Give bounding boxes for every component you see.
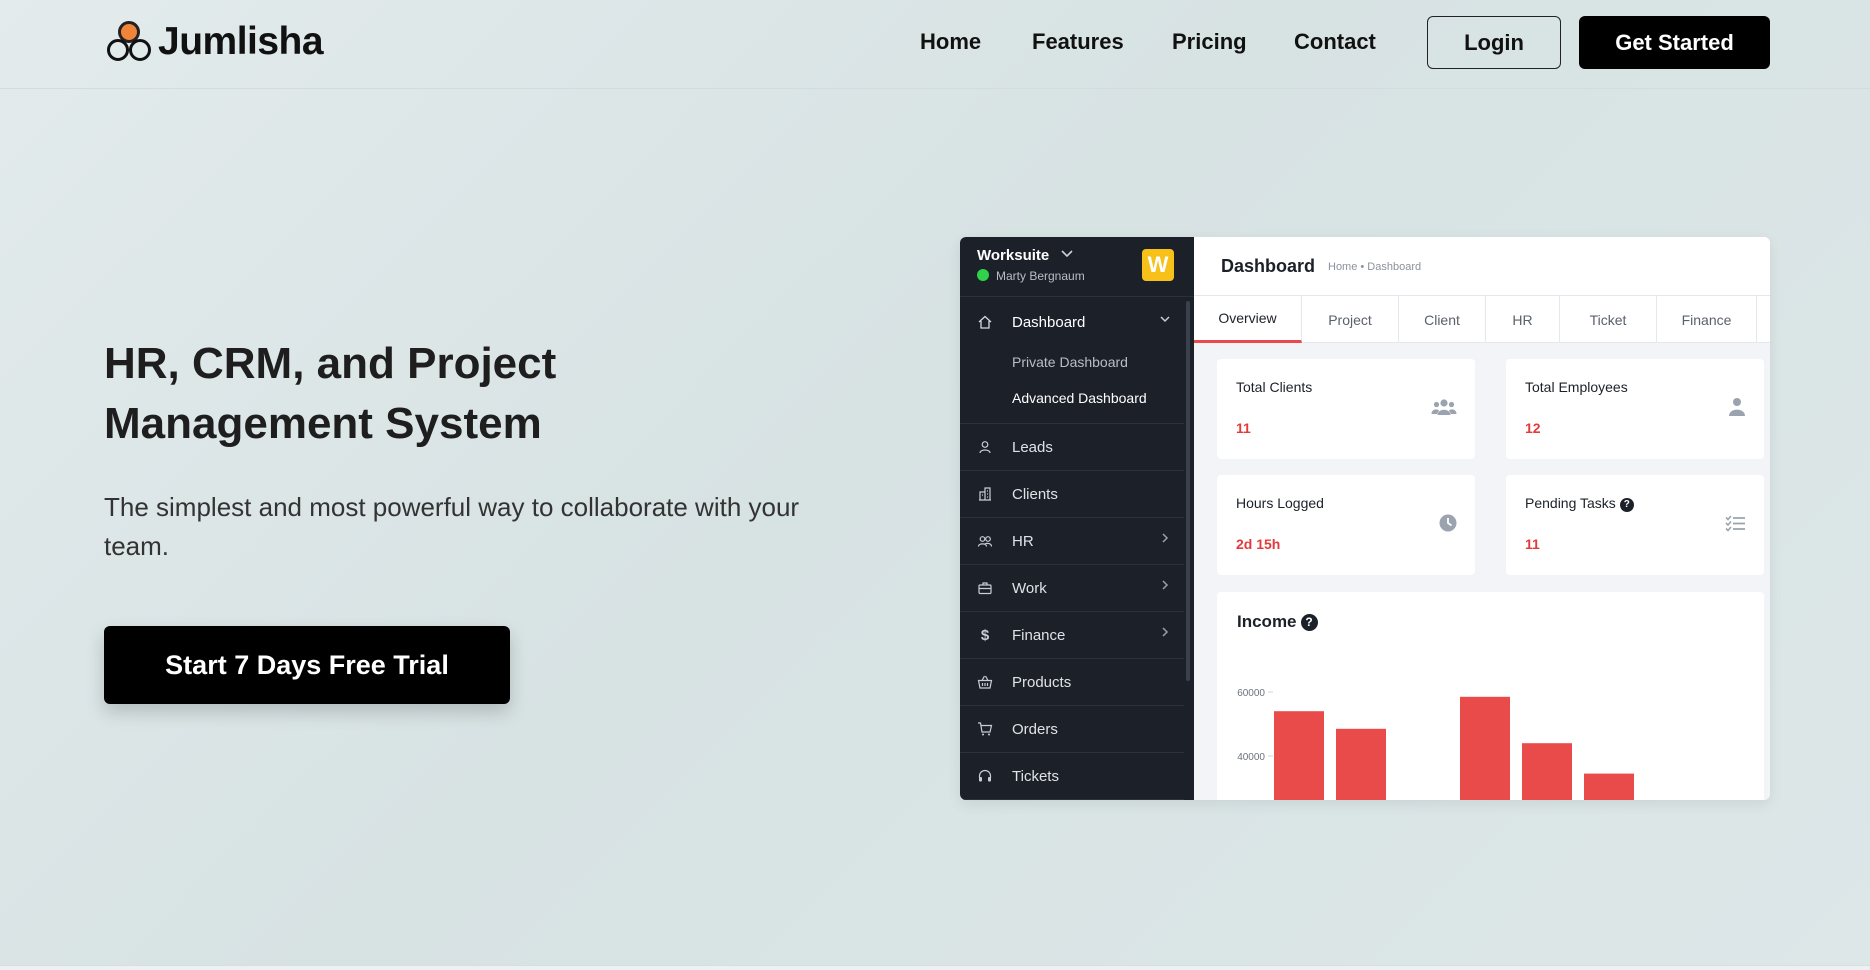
help-icon[interactable]: ? [1300, 614, 1318, 631]
get-started-button[interactable]: Get Started [1579, 16, 1770, 69]
users-icon [1431, 397, 1457, 419]
sidebar-item-label: Finance [1012, 627, 1066, 644]
home-icon [975, 312, 995, 332]
stat-label-text: Pending Tasks [1525, 495, 1616, 511]
sidebar-item-label: HR [1012, 533, 1034, 550]
sidebar-item-private-dashboard[interactable]: Private Dashboard [1012, 354, 1128, 370]
user-icon [1720, 397, 1746, 419]
y-tick-label: 60000 [1237, 688, 1265, 699]
tab-hr[interactable]: HR [1486, 296, 1560, 343]
sidebar-item-advanced-dashboard[interactable]: Advanced Dashboard [1012, 390, 1147, 406]
income-bar-chart: 60000 40000 [1237, 688, 1634, 800]
hero-subtitle: The simplest and most powerful way to co… [104, 492, 800, 561]
nav-link-contact[interactable]: Contact [1294, 29, 1376, 55]
sidebar-item-leads[interactable]: Leads [960, 424, 1184, 471]
sidebar-item-label: Dashboard [1012, 314, 1086, 331]
free-trial-button[interactable]: Start 7 Days Free Trial [104, 626, 510, 704]
income-chart-card: Income? 60000 40000 [1217, 592, 1764, 800]
income-bar[interactable] [1522, 743, 1572, 800]
online-status-icon [977, 269, 989, 281]
sidebar-item-orders[interactable]: Orders [960, 706, 1184, 753]
tab-project[interactable]: Project [1302, 296, 1399, 343]
sidebar-item-finance[interactable]: $ Finance [960, 612, 1184, 659]
sidebar-item-products[interactable]: Products [960, 659, 1184, 706]
dashboard-preview: Worksuite Marty Bergnaum W Dashboard Pri… [960, 237, 1770, 800]
top-navbar: Jumlisha Home Features Pricing Contact L… [0, 0, 1870, 89]
cart-icon [975, 719, 995, 739]
brand-logo[interactable]: Jumlisha [106, 18, 324, 66]
sidebar-item-clients[interactable]: Clients [960, 471, 1184, 518]
income-bar[interactable] [1274, 711, 1324, 800]
nav-link-pricing[interactable]: Pricing [1172, 29, 1247, 55]
chevron-right-icon [1158, 578, 1172, 595]
income-bar[interactable] [1336, 728, 1386, 800]
y-tick-label: 40000 [1237, 752, 1265, 763]
workspace-header[interactable]: Worksuite Marty Bergnaum W [960, 237, 1194, 297]
breadcrumb[interactable]: Home • Dashboard [1328, 261, 1421, 273]
workspace-name: Worksuite [977, 247, 1050, 264]
sidebar-item-label: Work [1012, 580, 1047, 597]
tab-overview[interactable]: Overview [1194, 296, 1302, 343]
basket-icon [975, 672, 995, 692]
sidebar-item-label: Tickets [1012, 768, 1059, 785]
section-divider [0, 965, 1870, 970]
sidebar: Worksuite Marty Bergnaum W Dashboard Pri… [960, 237, 1194, 800]
stat-label: Hours Logged [1236, 495, 1324, 511]
sidebar-item-tickets[interactable]: Tickets [960, 753, 1184, 800]
stat-value: 11 [1236, 420, 1251, 436]
user-name: Marty Bergnaum [996, 269, 1085, 283]
hero-title: HR, CRM, and Project Management System [104, 339, 557, 448]
sidebar-item-dashboard[interactable]: Dashboard [960, 299, 1184, 346]
chevron-right-icon [1158, 625, 1172, 642]
chevron-down-icon [1158, 312, 1172, 329]
user-icon [975, 437, 995, 457]
stat-value: 11 [1525, 536, 1540, 552]
brand-name: Jumlisha [158, 20, 324, 63]
sidebar-item-work[interactable]: Work [960, 565, 1184, 612]
workspace-badge: W [1142, 249, 1174, 281]
clock-icon [1431, 513, 1457, 535]
briefcase-icon [975, 578, 995, 598]
income-bar[interactable] [1584, 773, 1634, 800]
tab-finance[interactable]: Finance [1657, 296, 1757, 343]
nav-link-features[interactable]: Features [1032, 29, 1124, 55]
stat-label: Total Employees [1525, 379, 1628, 395]
sidebar-item-hr[interactable]: HR [960, 518, 1184, 565]
stat-card-total-employees[interactable]: Total Employees 12 [1506, 359, 1764, 459]
dashboard-tabs: Overview Project Client HR Ticket Financ… [1194, 296, 1770, 343]
income-bar[interactable] [1460, 696, 1510, 800]
login-button[interactable]: Login [1427, 16, 1561, 69]
tab-client[interactable]: Client [1399, 296, 1486, 343]
stat-card-total-clients[interactable]: Total Clients 11 [1217, 359, 1475, 459]
building-icon [975, 484, 995, 504]
dashboard-header: Dashboard Home • Dashboard [1194, 237, 1770, 296]
sidebar-item-label: Clients [1012, 486, 1058, 503]
stat-label: Pending Tasks? [1525, 495, 1634, 512]
stat-value: 12 [1525, 420, 1541, 436]
chart-title-text: Income [1237, 612, 1297, 631]
users-icon [975, 531, 995, 551]
tab-ticket[interactable]: Ticket [1560, 296, 1657, 343]
headset-icon [975, 766, 995, 786]
help-icon[interactable]: ? [1619, 498, 1634, 512]
stat-label: Total Clients [1236, 379, 1313, 395]
chart-title: Income? [1237, 612, 1318, 632]
task-list-icon [1720, 513, 1746, 535]
sidebar-scrollbar[interactable] [1186, 301, 1190, 681]
dashboard-main: Dashboard Home • Dashboard Overview Proj… [1194, 237, 1770, 800]
sidebar-item-label: Orders [1012, 721, 1058, 738]
chevron-right-icon [1158, 531, 1172, 548]
nav-link-home[interactable]: Home [920, 29, 981, 55]
sidebar-item-label: Products [1012, 674, 1072, 691]
logo-icon [106, 19, 154, 65]
stat-card-hours-logged[interactable]: Hours Logged 2d 15h [1217, 475, 1475, 575]
page-title: Dashboard [1221, 256, 1316, 276]
dollar-icon: $ [980, 626, 990, 644]
sidebar-item-label: Leads [1012, 439, 1053, 456]
stat-value: 2d 15h [1236, 536, 1281, 552]
chevron-down-icon [1060, 247, 1074, 262]
stat-card-pending-tasks[interactable]: Pending Tasks? 11 [1506, 475, 1764, 575]
